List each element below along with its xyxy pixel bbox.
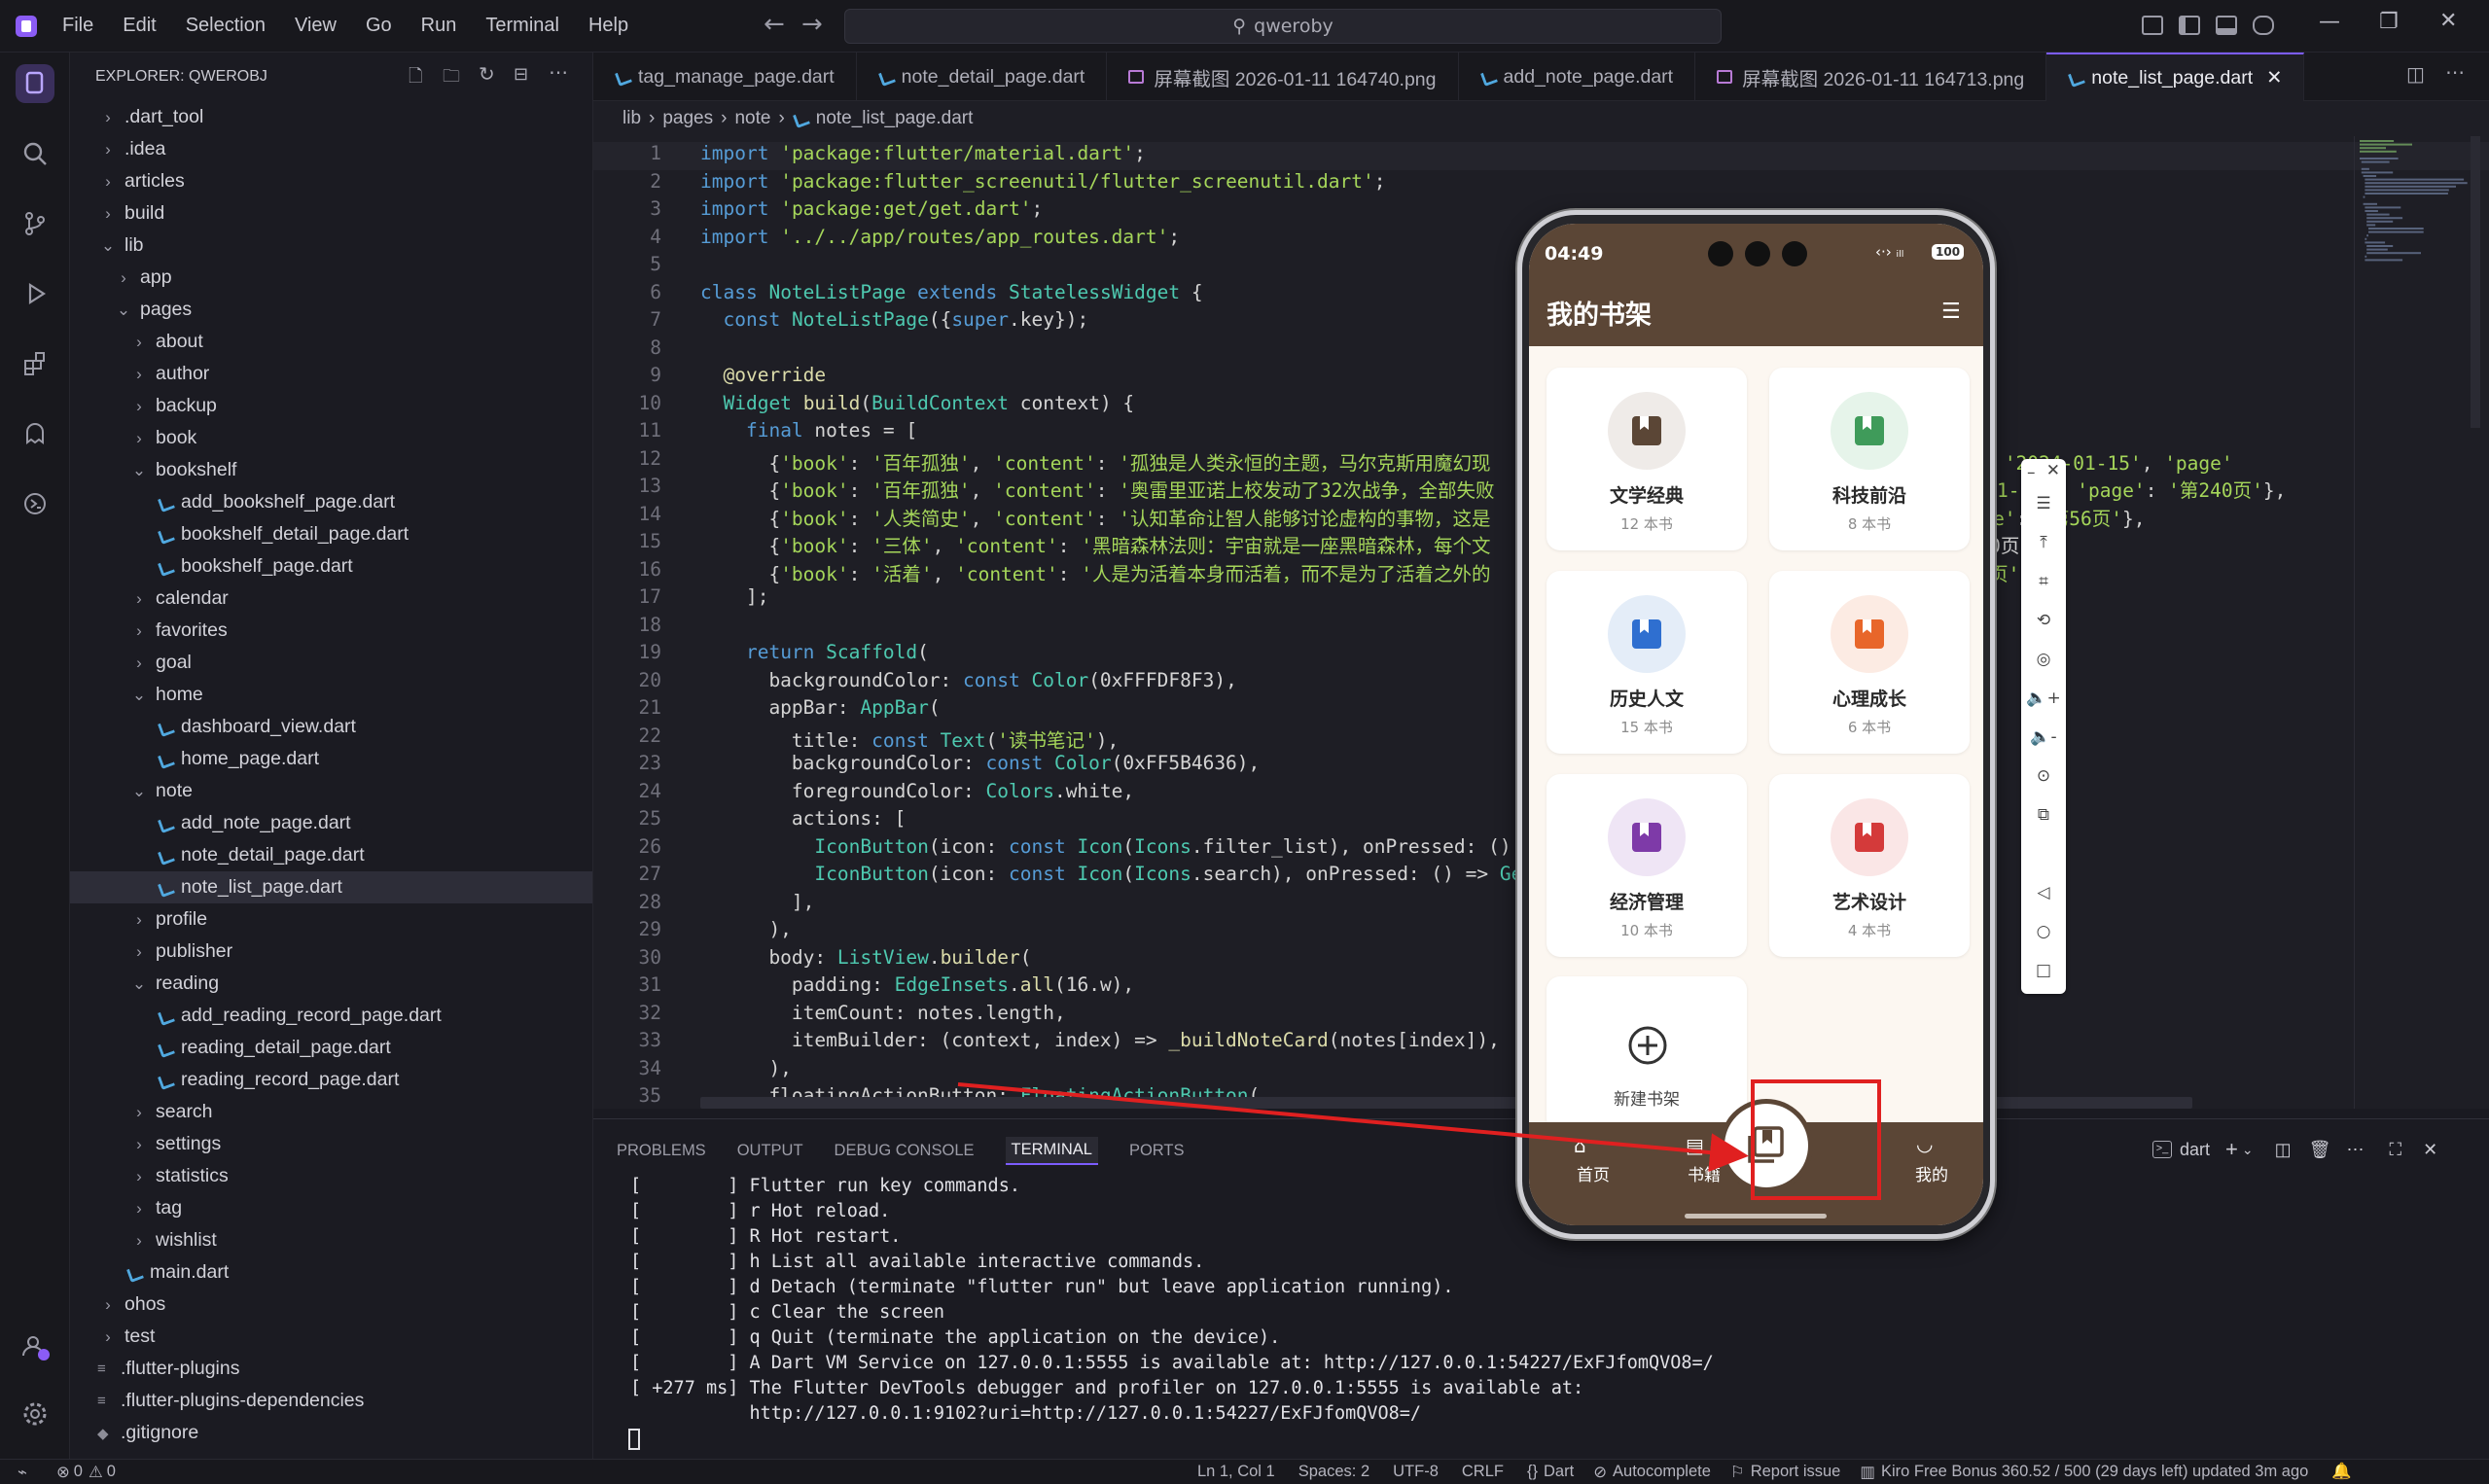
annotation-highlight-box [1751,1079,1881,1200]
annotation-overlay [957,1079,1881,1200]
annotation-arrow [957,1082,1749,1173]
